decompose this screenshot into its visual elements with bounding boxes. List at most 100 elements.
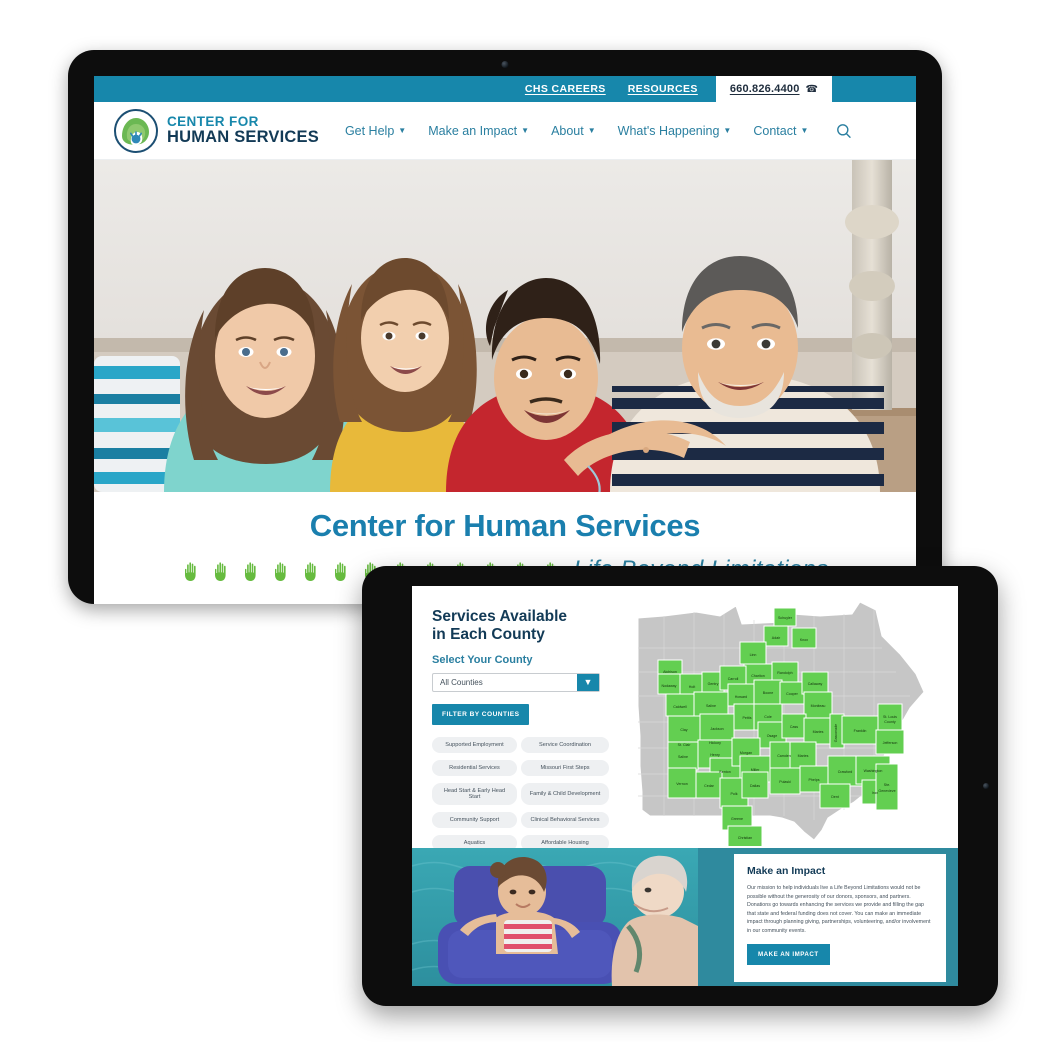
svg-text:Maries: Maries xyxy=(798,754,809,758)
services-heading-line2: in Each County xyxy=(432,626,545,644)
page-title: Center for Human Services xyxy=(309,508,701,543)
logo-wordmark: CENTER FOR HUMAN SERVICES xyxy=(167,115,319,146)
link-chs-careers[interactable]: CHS CAREERS xyxy=(525,83,606,95)
phone-box[interactable]: 660.826.4400 ☎ xyxy=(715,76,832,102)
svg-text:Knox: Knox xyxy=(800,638,808,642)
svg-text:Saline: Saline xyxy=(678,755,688,759)
impact-body-text: Our mission to help individuals live a L… xyxy=(747,885,931,934)
site-logo[interactable]: CENTER FOR HUMAN SERVICES xyxy=(114,108,319,153)
main-navigation: Get Help ▼ Make an Impact ▼ About ▼ What… xyxy=(345,123,852,139)
missouri-county-map[interactable]: Schuyler Adair Knox Linn Chariton Randol… xyxy=(624,586,958,848)
svg-text:Cole: Cole xyxy=(764,715,771,719)
logo-line-2: HUMAN SERVICES xyxy=(167,127,319,146)
green-hand-icon xyxy=(241,560,260,581)
site-utility-bar: CHS CAREERS RESOURCES 660.826.4400 ☎ xyxy=(94,76,916,102)
svg-text:Crawford: Crawford xyxy=(838,770,853,774)
county-select[interactable]: All Counties ▼ xyxy=(432,672,600,692)
svg-text:Camden: Camden xyxy=(777,754,791,758)
svg-text:Franklin: Franklin xyxy=(854,729,867,733)
service-tag[interactable]: Missouri First Steps xyxy=(521,759,609,776)
svg-text:Benton: Benton xyxy=(719,770,730,774)
svg-text:Gasconade: Gasconade xyxy=(834,724,838,742)
service-tag[interactable]: Service Coordination xyxy=(521,736,609,753)
svg-text:Howard: Howard xyxy=(735,695,747,699)
svg-text:Gentry: Gentry xyxy=(708,682,719,686)
green-hand-icon xyxy=(181,560,200,581)
svg-text:Holt: Holt xyxy=(689,685,695,689)
search-icon[interactable] xyxy=(836,123,852,139)
nav-item-whats-happening[interactable]: What's Happening ▼ xyxy=(618,124,732,138)
svg-text:Randolph: Randolph xyxy=(777,671,792,675)
chevron-down-icon: ▼ xyxy=(800,126,809,135)
phone-number[interactable]: 660.826.4400 xyxy=(730,83,800,95)
county-select-value: All Counties xyxy=(440,677,483,687)
svg-text:Polk: Polk xyxy=(731,792,738,796)
tablet-front-screen: Services Available in Each County Select… xyxy=(412,586,958,986)
service-tag[interactable]: Head Start & Early Head Start xyxy=(432,782,517,806)
service-tag[interactable]: Clinical Behavioral Services xyxy=(521,812,609,829)
nav-item-contact[interactable]: Contact ▼ xyxy=(753,124,808,138)
svg-text:Maries: Maries xyxy=(813,730,824,734)
nav-item-make-an-impact[interactable]: Make an Impact ▼ xyxy=(428,124,529,138)
chevron-down-icon: ▼ xyxy=(521,126,530,135)
link-resources[interactable]: RESOURCES xyxy=(628,83,698,95)
svg-text:Genevieve: Genevieve xyxy=(878,789,895,793)
screenshot-stage: CHS CAREERS RESOURCES 660.826.4400 ☎ CEN… xyxy=(0,0,1042,1042)
svg-text:Pulaski: Pulaski xyxy=(779,780,791,784)
chevron-down-icon: ▼ xyxy=(587,126,596,135)
green-hand-icon xyxy=(271,560,290,581)
svg-text:Cass: Cass xyxy=(790,725,798,729)
tablet-back-screen: CHS CAREERS RESOURCES 660.826.4400 ☎ CEN… xyxy=(94,76,916,604)
svg-text:St. Louis: St. Louis xyxy=(883,715,897,719)
filter-by-counties-button[interactable]: FILTER BY COUNTIES xyxy=(432,703,530,725)
nav-label: About xyxy=(551,123,584,138)
svg-text:Christian: Christian xyxy=(738,836,752,840)
svg-text:Saline: Saline xyxy=(706,704,716,708)
svg-text:Phelps: Phelps xyxy=(809,778,820,782)
svg-text:Atchison: Atchison xyxy=(663,670,677,674)
make-an-impact-button[interactable]: MAKE AN IMPACT xyxy=(747,944,830,966)
svg-text:Iron: Iron xyxy=(872,791,878,795)
nav-item-about[interactable]: About ▼ xyxy=(551,124,596,138)
svg-text:Pettis: Pettis xyxy=(743,716,752,720)
svg-text:Cedar: Cedar xyxy=(704,784,715,788)
svg-text:Greene: Greene xyxy=(731,817,743,821)
chevron-down-icon[interactable]: ▼ xyxy=(577,673,599,691)
svg-text:St. Clair: St. Clair xyxy=(678,743,692,747)
svg-text:Jackson: Jackson xyxy=(710,727,723,731)
service-tag[interactable]: Community Support xyxy=(432,812,517,829)
svg-text:Miller: Miller xyxy=(751,768,760,772)
tablet-device-back: CHS CAREERS RESOURCES 660.826.4400 ☎ CEN… xyxy=(68,50,942,604)
svg-text:Hickory: Hickory xyxy=(709,741,721,745)
svg-text:Dallas: Dallas xyxy=(750,784,760,788)
service-tag[interactable]: Supported Employment xyxy=(432,736,517,753)
svg-text:Chariton: Chariton xyxy=(751,674,765,678)
svg-text:Moniteau: Moniteau xyxy=(811,704,826,708)
county-select-label: Select Your County xyxy=(432,653,533,666)
phone-icon: ☎ xyxy=(805,83,818,95)
svg-text:Linn: Linn xyxy=(750,653,757,657)
svg-text:Jefferson: Jefferson xyxy=(883,741,898,745)
chevron-down-icon: ▼ xyxy=(398,126,407,135)
svg-text:Dent: Dent xyxy=(831,795,839,799)
hands-circle-logo-icon xyxy=(114,108,158,153)
svg-text:Nodaway: Nodaway xyxy=(662,684,677,688)
impact-card: Make an Impact Our mission to help indiv… xyxy=(734,854,946,982)
utility-links: CHS CAREERS RESOURCES xyxy=(525,76,716,102)
site-header: CENTER FOR HUMAN SERVICES Get Help ▼ Mak… xyxy=(94,102,916,160)
impact-heading: Make an Impact xyxy=(747,865,826,877)
front-camera-icon xyxy=(983,783,989,789)
front-camera-icon xyxy=(501,61,509,68)
green-hand-icon xyxy=(331,560,350,581)
nav-item-get-help[interactable]: Get Help ▼ xyxy=(345,124,406,138)
svg-text:Ste.: Ste. xyxy=(884,783,890,787)
nav-label: What's Happening xyxy=(617,123,720,138)
nav-label: Get Help xyxy=(344,123,395,138)
svg-text:Cooper: Cooper xyxy=(786,692,799,696)
service-tag[interactable]: Residential Services xyxy=(432,759,517,776)
svg-text:Washington: Washington xyxy=(864,769,883,773)
logo-line-1: CENTER FOR xyxy=(167,114,259,130)
svg-text:Caldwell: Caldwell xyxy=(673,705,687,709)
svg-text:County: County xyxy=(884,720,896,724)
service-tag[interactable]: Family & Child Development xyxy=(521,782,609,806)
